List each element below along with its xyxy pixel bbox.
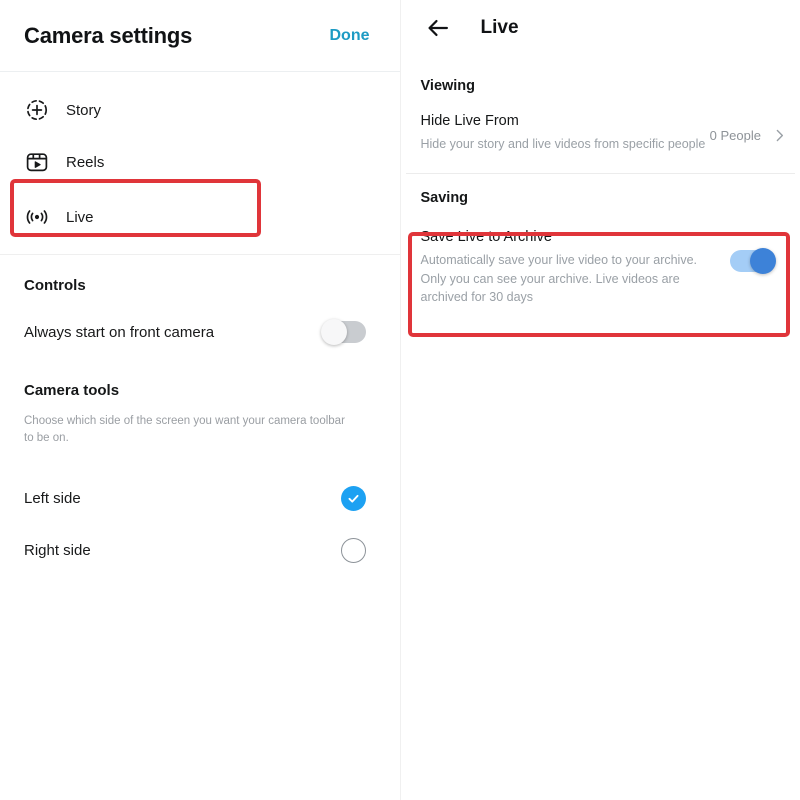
back-arrow-icon[interactable]: [423, 13, 453, 43]
mode-item-label: Live: [66, 208, 94, 226]
check-icon[interactable]: [340, 485, 366, 511]
save-live-to-archive-toggle-wrap: [730, 228, 788, 275]
camera-tools-option-left-side[interactable]: Left side: [0, 472, 400, 524]
saving-section-title: Saving: [420, 190, 469, 207]
camera-tools-section-title: Camera tools: [24, 382, 120, 399]
camera-tools-option-right-side[interactable]: Right side: [0, 524, 400, 576]
controls-section-title: Controls: [24, 277, 86, 294]
hide-live-from-value-group[interactable]: 0 People: [710, 112, 788, 144]
mode-item-live[interactable]: Live: [0, 188, 400, 246]
toggle-knob: [750, 248, 776, 275]
radio-empty-icon[interactable]: [340, 537, 366, 563]
chevron-right-icon: [770, 126, 788, 144]
live-settings-panel: Live Viewing Hide Live From Hide your st…: [399, 0, 800, 800]
live-broadcast-icon: [24, 204, 50, 230]
mode-item-label: Reels: [66, 153, 105, 171]
camera-mode-list: Story Reels Live: [0, 72, 400, 246]
save-live-to-archive-row[interactable]: Save Live to Archive Automatically save …: [401, 206, 800, 321]
viewing-section-title: Viewing: [420, 78, 476, 94]
live-header: Live: [401, 0, 800, 56]
camera-settings-header: Camera settings Done: [0, 0, 400, 72]
screen-root: Camera settings Done Story Reels Live Co…: [0, 0, 800, 800]
mode-item-reels[interactable]: Reels: [0, 136, 400, 188]
page-title: Camera settings: [24, 22, 193, 48]
hide-live-from-row[interactable]: Hide Live From Hide your story and live …: [401, 94, 800, 167]
toggle-knob: [320, 319, 347, 345]
hide-live-from-subtitle: Hide your story and live videos from spe…: [420, 136, 706, 151]
live-page-title: Live: [480, 17, 519, 38]
front-camera-toggle[interactable]: [320, 319, 366, 345]
camera-tools-description: Choose which side of the screen you want…: [24, 415, 345, 444]
save-live-to-archive-toggle[interactable]: [730, 248, 776, 275]
front-camera-row[interactable]: Always start on front camera: [0, 304, 400, 360]
save-live-to-archive-subtitle: Automatically save your live video to yo…: [420, 252, 698, 305]
hide-live-from-title: Hide Live From: [420, 113, 519, 129]
hide-live-from-count: 0 People: [709, 127, 761, 143]
story-add-icon: [24, 97, 50, 123]
front-camera-label: Always start on front camera: [24, 323, 215, 341]
reels-clapper-icon: [24, 149, 50, 175]
save-live-to-archive-title: Save Live to Archive: [420, 229, 552, 246]
option-label: Right side: [24, 541, 91, 559]
save-live-to-archive-text: Save Live to Archive Automatically save …: [421, 228, 731, 307]
option-label: Left side: [24, 489, 81, 507]
mode-item-story[interactable]: Story: [0, 84, 400, 136]
done-button[interactable]: Done: [324, 23, 376, 49]
hide-live-from-text: Hide Live From Hide your story and live …: [421, 112, 710, 153]
camera-settings-panel: Camera settings Done Story Reels Live Co…: [0, 0, 400, 800]
mode-item-label: Story: [66, 101, 102, 119]
